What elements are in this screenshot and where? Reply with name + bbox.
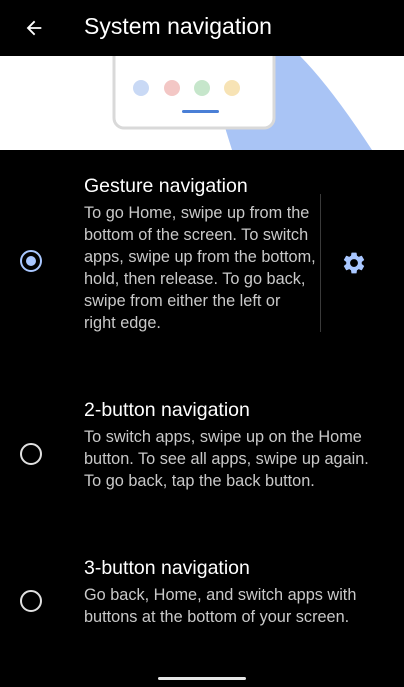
home-indicator[interactable]: [158, 677, 246, 680]
top-app-bar: System navigation: [0, 0, 404, 56]
radio-2-button-navigation[interactable]: [20, 443, 42, 465]
radio-3-button-navigation[interactable]: [20, 590, 42, 612]
option-description: Go back, Home, and switch apps with butt…: [84, 586, 357, 626]
phone-illustration: [112, 56, 372, 150]
radio-gesture-navigation[interactable]: [20, 250, 42, 272]
dot-green: [194, 80, 210, 96]
page-title: System navigation: [84, 13, 272, 39]
option-2-button-navigation[interactable]: 2-button navigation To switch apps, swip…: [0, 380, 404, 530]
option-title: 3-button navigation: [84, 557, 250, 579]
gesture-settings-button[interactable]: [337, 246, 371, 280]
arrow-back-icon: [26, 20, 42, 36]
dot-yellow: [224, 80, 240, 96]
option-3-button-navigation[interactable]: 3-button navigation Go back, Home, and s…: [0, 540, 404, 670]
option-description: To switch apps, swipe up on the Home but…: [84, 428, 369, 490]
option-title: 2-button navigation: [84, 399, 250, 421]
navigation-illustration: [0, 56, 404, 150]
back-button[interactable]: [16, 10, 52, 46]
option-description: To go Home, swipe up from the bottom of …: [84, 204, 316, 332]
vertical-divider: [320, 194, 321, 332]
option-title: Gesture navigation: [84, 175, 248, 197]
dot-blue: [133, 80, 149, 96]
dot-red: [164, 80, 180, 96]
gear-icon: [343, 252, 365, 274]
gesture-bar: [182, 110, 219, 113]
